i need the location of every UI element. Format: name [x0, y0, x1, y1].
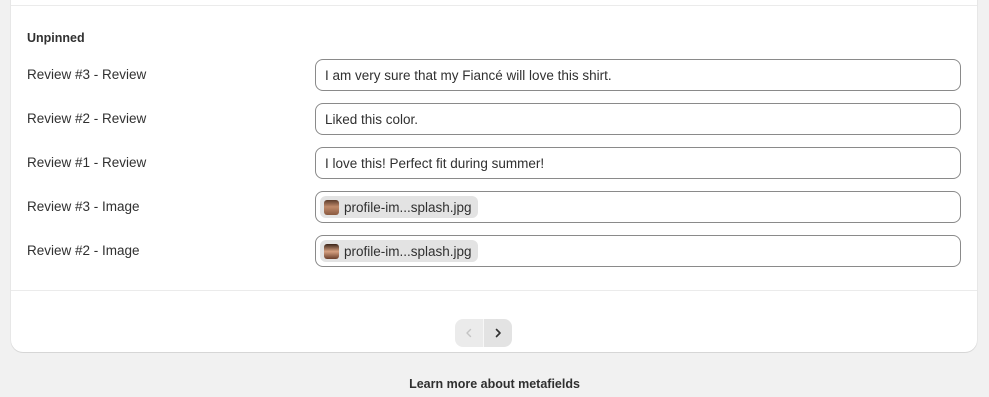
metafield-value: Liked this color. — [325, 112, 419, 127]
metafield-text-input[interactable]: I am very sure that my Fiancé will love … — [315, 59, 961, 91]
metafield-row: Review #2 - Review Liked this color. — [11, 103, 977, 135]
section-title: Unpinned — [27, 31, 85, 45]
next-page-button[interactable] — [484, 319, 512, 347]
metafield-file-input[interactable]: profile-im...splash.jpg — [315, 235, 961, 267]
metafield-label: Review #3 - Review — [27, 67, 147, 82]
metafield-row: Review #1 - Review I love this! Perfect … — [11, 147, 977, 179]
photo-thumbnail-icon — [324, 199, 339, 215]
pagination — [455, 319, 512, 347]
previous-page-button[interactable] — [455, 319, 483, 347]
learn-more-link[interactable]: Learn more about metafields — [0, 377, 989, 391]
divider — [11, 5, 977, 6]
metafield-row: Review #3 - Image profile-im...splash.jp… — [11, 191, 977, 223]
metafield-value: I am very sure that my Fiancé will love … — [325, 68, 612, 83]
file-chip[interactable]: profile-im...splash.jpg — [320, 240, 478, 262]
divider — [11, 290, 977, 291]
photo-thumbnail-icon — [324, 243, 339, 259]
file-chip[interactable]: profile-im...splash.jpg — [320, 196, 478, 218]
metafields-card: Unpinned Review #3 - Review I am very su… — [11, 0, 977, 352]
metafield-text-input[interactable]: I love this! Perfect fit during summer! — [315, 147, 961, 179]
metafield-label: Review #2 - Review — [27, 111, 147, 126]
metafield-file-input[interactable]: profile-im...splash.jpg — [315, 191, 961, 223]
chevron-right-icon — [495, 328, 501, 338]
chevron-left-icon — [466, 328, 472, 338]
metafield-label: Review #1 - Review — [27, 155, 147, 170]
file-name: profile-im...splash.jpg — [344, 199, 472, 215]
metafield-row: Review #2 - Image profile-im...splash.jp… — [11, 235, 977, 267]
metafield-text-input[interactable]: Liked this color. — [315, 103, 961, 135]
metafield-label: Review #3 - Image — [27, 199, 140, 214]
metafield-value: I love this! Perfect fit during summer! — [325, 156, 545, 171]
metafield-label: Review #2 - Image — [27, 243, 140, 258]
metafield-row: Review #3 - Review I am very sure that m… — [11, 59, 977, 91]
file-name: profile-im...splash.jpg — [344, 243, 472, 259]
